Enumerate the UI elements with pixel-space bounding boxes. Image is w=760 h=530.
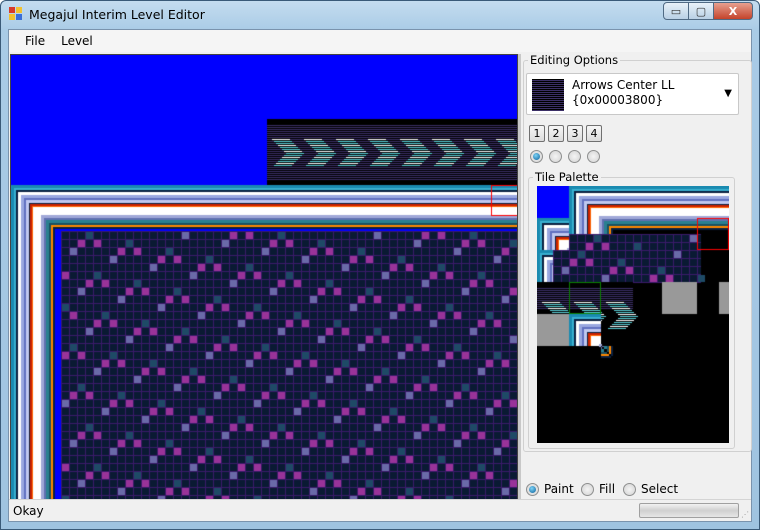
window-frame: Megajul Interim Level Editor ▭ ▢ X File … (0, 0, 760, 530)
tile-palette-group: Tile Palette (528, 170, 735, 449)
tile-palette[interactable] (537, 186, 729, 443)
client-area: File Level Editing Options Arrows Center… (8, 29, 752, 522)
editing-options-group: Editing Options Arrows Center LL {0x0000… (523, 53, 752, 496)
tile-name: Arrows Center LL (572, 78, 675, 92)
tool-select-label[interactable]: Select (641, 482, 678, 496)
menu-file[interactable]: File (17, 30, 53, 52)
tile-code: {0x00003800} (572, 93, 664, 107)
layer-radio-4[interactable] (587, 150, 600, 163)
editing-options-label: Editing Options (528, 53, 621, 67)
status-bar: Okay ⋰ (9, 499, 751, 521)
chevron-down-icon[interactable]: ▼ (724, 88, 732, 99)
layer-radio-3[interactable] (568, 150, 581, 163)
title-bar[interactable]: Megajul Interim Level Editor ▭ ▢ X (1, 1, 759, 29)
menu-level[interactable]: Level (53, 30, 101, 52)
maximize-button[interactable]: ▢ (688, 2, 714, 20)
tool-select-radio[interactable] (623, 483, 636, 496)
layer-button-4[interactable]: 4 (586, 125, 602, 142)
window-title: Megajul Interim Level Editor (29, 7, 205, 22)
layer-radio-1[interactable] (530, 150, 543, 163)
layer-button-2[interactable]: 2 (548, 125, 564, 142)
tool-fill-label[interactable]: Fill (599, 482, 615, 496)
canvas-scrollbar[interactable] (518, 54, 521, 500)
tool-paint-radio[interactable] (526, 483, 539, 496)
level-canvas[interactable] (10, 54, 518, 500)
progress-bar (639, 503, 739, 518)
close-button[interactable]: X (713, 2, 753, 20)
resize-grip-icon[interactable]: ⋰ (741, 510, 749, 519)
level-map[interactable] (11, 55, 517, 499)
tile-thumbnail (532, 79, 564, 111)
app-icon (9, 7, 23, 21)
menu-bar: File Level (9, 30, 751, 52)
editing-panel: Editing Options Arrows Center LL {0x0000… (523, 53, 753, 500)
layer-button-1[interactable]: 1 (529, 125, 545, 142)
minimize-button[interactable]: ▭ (663, 2, 689, 20)
tool-fill-radio[interactable] (581, 483, 594, 496)
tile-palette-label: Tile Palette (533, 170, 601, 184)
layer-button-3[interactable]: 3 (567, 125, 583, 142)
layer-radio-2[interactable] (549, 150, 562, 163)
status-text: Okay (13, 504, 44, 518)
tool-paint-label[interactable]: Paint (544, 482, 574, 496)
tile-select-dropdown[interactable]: Arrows Center LL {0x00003800} ▼ (526, 73, 739, 115)
